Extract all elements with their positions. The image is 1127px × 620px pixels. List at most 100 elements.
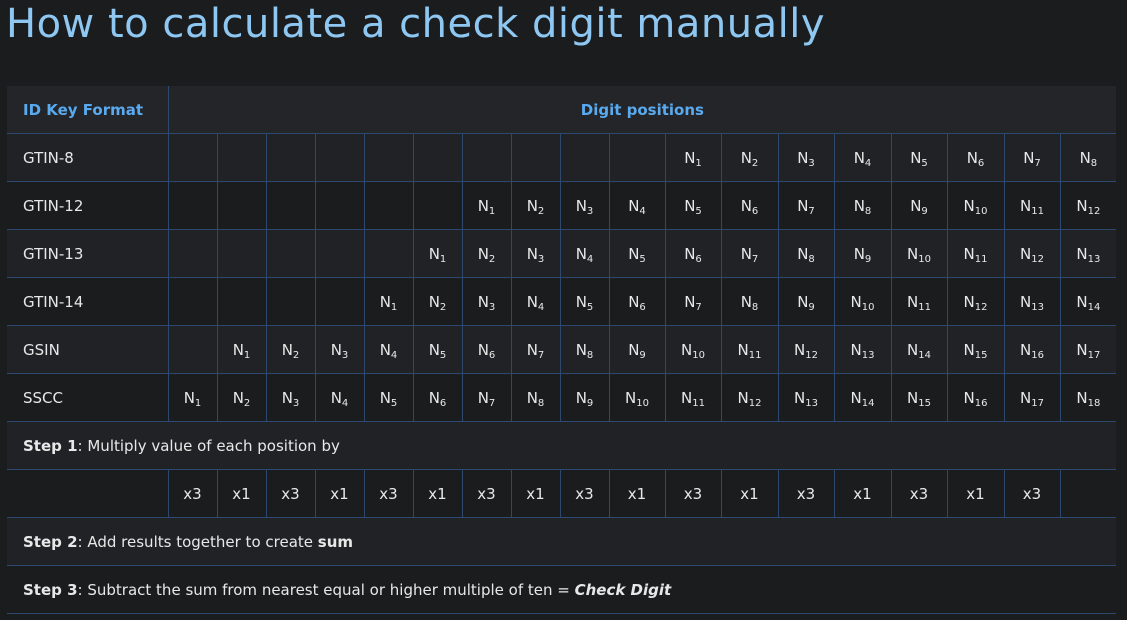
digit-position-cell: N1 <box>461 181 511 230</box>
digit-position-cell: N12 <box>1003 229 1060 278</box>
digit-position-cell: N4 <box>510 277 560 326</box>
digit-position-cell: N16 <box>1003 325 1060 374</box>
digit-position-cell: N12 <box>946 277 1004 326</box>
digit-position-cell: N7 <box>720 229 778 278</box>
digit-position-cell: N5 <box>608 229 665 278</box>
digit-position-cell: N12 <box>1059 181 1117 230</box>
digit-position-cell: N3 <box>510 229 560 278</box>
digit-position-cell: N13 <box>1003 277 1060 326</box>
digit-position-cell: N3 <box>461 277 511 326</box>
digit-position-cell <box>265 277 315 326</box>
digit-position-cell <box>167 133 217 182</box>
digit-position-cell: N1 <box>363 277 413 326</box>
format-label: GSIN <box>7 325 168 374</box>
step2-text: Step 2: Add results together to create s… <box>7 517 1117 566</box>
digit-position-cell: N10 <box>946 181 1004 230</box>
digit-position-cell <box>363 229 413 278</box>
digit-position-cell: N2 <box>216 373 266 422</box>
multiplier-cell: x1 <box>608 469 665 518</box>
digit-position-cell: N17 <box>1059 325 1117 374</box>
multiplier-cell: x1 <box>833 469 891 518</box>
digit-position-cell: N9 <box>890 181 947 230</box>
digit-position-cell: N7 <box>664 277 721 326</box>
digit-position-cell <box>314 181 364 230</box>
format-label: GTIN-14 <box>7 277 168 326</box>
digit-position-cell: N4 <box>314 373 364 422</box>
digit-position-cell <box>608 133 665 182</box>
digit-position-cell: N16 <box>946 373 1004 422</box>
digit-position-cell <box>363 133 413 182</box>
digit-position-cell: N5 <box>412 325 462 374</box>
multiplier-row: x3 x1 x3 x1 x3 x1 x3 x1 x3 x1 x3 x1 x3 x1 x3 x1 x3 <box>7 469 1117 518</box>
multiplier-cell: x1 <box>412 469 462 518</box>
digit-position-cell: N5 <box>890 133 947 182</box>
digit-position-cell: N7 <box>461 373 511 422</box>
digit-position-cell: N4 <box>833 133 891 182</box>
digit-position-cell: N9 <box>559 373 609 422</box>
table-row: SSCC N1 N2 N3 N4 N5 N6 N7 N8 N9 N10 N11 N12 N13 N14 N15… <box>7 373 1117 422</box>
digit-position-cell: N7 <box>777 181 834 230</box>
check-digit-table: ID Key Format Digit positions GTIN-8 N1 N2… <box>7 86 1117 614</box>
digit-position-cell: N11 <box>890 277 947 326</box>
digit-position-cell: N8 <box>559 325 609 374</box>
digit-position-cell: N4 <box>363 325 413 374</box>
digit-position-cell: N10 <box>608 373 665 422</box>
digit-position-cell <box>412 181 462 230</box>
digit-position-cell <box>216 181 266 230</box>
digit-position-cell: N10 <box>833 277 891 326</box>
digit-position-cell <box>559 133 609 182</box>
digit-position-cell: N15 <box>890 373 947 422</box>
digit-position-cell: N8 <box>777 229 834 278</box>
digit-position-cell: N11 <box>1003 181 1060 230</box>
digit-position-cell: N7 <box>510 325 560 374</box>
digit-position-cell: N6 <box>664 229 721 278</box>
digit-position-cell: N2 <box>412 277 462 326</box>
digit-position-cell <box>314 229 364 278</box>
digit-position-cell: N3 <box>265 373 315 422</box>
digit-position-cell <box>412 133 462 182</box>
digit-position-cell: N14 <box>833 373 891 422</box>
format-label: GTIN-8 <box>7 133 168 182</box>
multiplier-cell: x1 <box>216 469 266 518</box>
digit-position-cell: N13 <box>1059 229 1117 278</box>
multiplier-cell: x1 <box>314 469 364 518</box>
digit-position-cell: N2 <box>720 133 778 182</box>
digit-position-cell: N6 <box>946 133 1004 182</box>
digit-position-cell: N15 <box>946 325 1004 374</box>
digit-position-cell: N3 <box>314 325 364 374</box>
digit-position-cell: N9 <box>608 325 665 374</box>
multiplier-cell: x3 <box>1003 469 1060 518</box>
digit-position-cell: N2 <box>510 181 560 230</box>
digit-position-cell: N11 <box>946 229 1004 278</box>
digit-position-cell <box>510 133 560 182</box>
table-row: GTIN-8 N1 N2 N3 N4 N5 N6 N7 N8 <box>7 133 1117 182</box>
digit-position-cell: N14 <box>890 325 947 374</box>
step1-text: Step 1: Multiply value of each position … <box>7 421 1117 470</box>
table-row: GSIN N1 N2 N3 N4 N5 N6 N7 N8 N9 N10 N11 N12 N13 N14 N15… <box>7 325 1117 374</box>
digit-position-cell: N11 <box>720 325 778 374</box>
digit-position-cell: N1 <box>216 325 266 374</box>
digit-position-cell <box>265 229 315 278</box>
format-label: GTIN-13 <box>7 229 168 278</box>
digit-position-cell: N12 <box>720 373 778 422</box>
multiplier-cell: x3 <box>461 469 511 518</box>
multiplier-cell: x3 <box>890 469 947 518</box>
digit-position-cell: N8 <box>833 181 891 230</box>
multiplier-cell: x1 <box>720 469 778 518</box>
step3-text: Step 3: Subtract the sum from nearest eq… <box>7 565 1117 614</box>
digit-position-cell <box>216 229 266 278</box>
multiplier-cell: x3 <box>559 469 609 518</box>
multiplier-label-cell <box>7 469 168 518</box>
digit-position-cell: N18 <box>1059 373 1117 422</box>
digit-position-cell: N3 <box>777 133 834 182</box>
digit-position-cell: N13 <box>777 373 834 422</box>
table-row: GTIN-13 N1 N2 N3 N4 N5 N6 N7 N8 N9 N10 N11 N12 N13 <box>7 229 1117 278</box>
digit-position-cell: N13 <box>833 325 891 374</box>
digit-position-cell <box>216 133 266 182</box>
digit-position-cell: N11 <box>664 373 721 422</box>
multiplier-cell: x3 <box>777 469 834 518</box>
digit-position-cell <box>314 133 364 182</box>
digit-position-cell <box>363 181 413 230</box>
table-row: GTIN-14 N1 N2 N3 N4 N5 N6 N7 N8 N9 N10 N11 N12 N13 N14 <box>7 277 1117 326</box>
digit-position-cell <box>265 133 315 182</box>
